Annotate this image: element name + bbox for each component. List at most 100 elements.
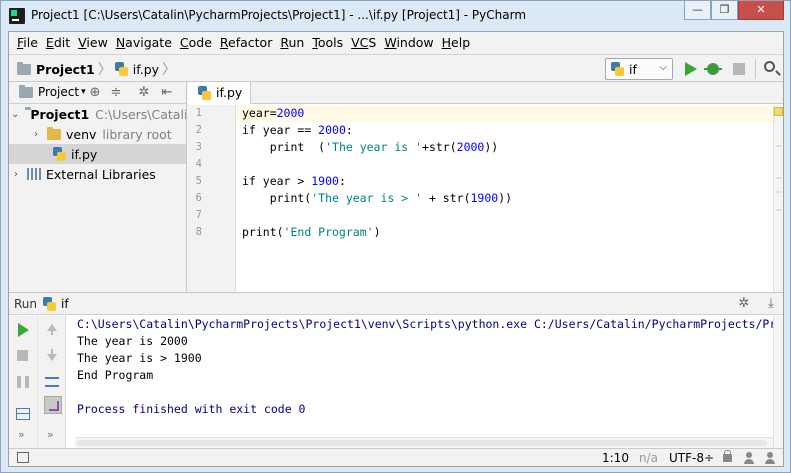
run-label: Run [14, 297, 38, 311]
scroll-to-end-button[interactable] [44, 396, 62, 414]
menu-run[interactable]: Run [276, 32, 308, 54]
lock-icon[interactable] [723, 450, 732, 462]
locate-file-icon[interactable]: ⊕ [88, 86, 102, 100]
more-actions-button[interactable]: » [15, 428, 31, 444]
encoding-caret: ÷ [703, 451, 715, 465]
console-vertical-scrollbar[interactable] [773, 316, 783, 449]
stop-button[interactable] [15, 348, 31, 364]
gear-icon[interactable]: ✲ [137, 86, 151, 100]
python-file-icon [198, 85, 211, 100]
chevron-down-icon: ▾ [81, 87, 86, 97]
tab-label: if.py [216, 85, 243, 100]
console-horizontal-scrollbar[interactable] [75, 437, 773, 448]
tree-item-label: if.py [71, 146, 98, 162]
menu-window[interactable]: Window [380, 32, 437, 54]
play-icon [18, 323, 29, 337]
tree-item-external-libraries[interactable]: › External Libraries [9, 164, 186, 184]
menu-edit[interactable]: Edit [42, 32, 74, 54]
tree-item-label: venv [66, 126, 97, 142]
code-line[interactable]: if year > 1900: [237, 173, 773, 190]
scroll-to-end-icon [44, 396, 62, 414]
down-stack-button[interactable] [44, 348, 60, 364]
run-panel-header: Run if ✲ ⤓ [9, 293, 783, 315]
line-number: 2 [195, 124, 202, 136]
rerun-button[interactable] [15, 322, 31, 338]
minimize-button[interactable]: — [684, 1, 711, 20]
up-stack-button[interactable] [44, 322, 60, 338]
line-number: 7 [195, 209, 202, 221]
code-line[interactable] [237, 156, 773, 173]
tree-item-label: Project1 [30, 106, 90, 122]
stripe-marker[interactable] [776, 191, 782, 193]
menu-file[interactable]: File [13, 32, 42, 54]
inspector-icon[interactable] [743, 452, 755, 464]
code-line[interactable]: year=2000 [237, 105, 773, 122]
breadcrumb-project[interactable]: Project1 [36, 62, 95, 77]
double-chevron-icon: » [18, 428, 25, 441]
python-file-icon [53, 147, 66, 161]
more-actions-button[interactable]: » [44, 428, 60, 444]
tree-item-venv[interactable]: › venv library root [9, 124, 186, 144]
console-output[interactable]: C:\Users\Catalin\PycharmProjects\Project… [67, 316, 773, 439]
stop-button[interactable] [730, 60, 748, 78]
tool-windows-icon[interactable] [17, 452, 29, 463]
editor-error-stripe[interactable] [773, 105, 783, 292]
chevron-right-icon[interactable]: › [11, 169, 21, 180]
code-line[interactable]: print('End Program') [237, 224, 773, 241]
breadcrumb-separator: 〉 [162, 62, 177, 78]
project-tool-window: Project ▾ ⊕ ≑ ✲ ⇤ ⌄ Project1 C:\Users\Ca… [9, 82, 187, 292]
code-line[interactable] [237, 207, 773, 224]
run-panel-title[interactable]: Run if [14, 297, 69, 311]
line-separator[interactable]: n/a [639, 451, 658, 465]
caret-position[interactable]: 1:10 [602, 451, 629, 465]
code-line[interactable]: print ('The year is '+str(2000)) [237, 139, 773, 156]
bug-icon [704, 63, 722, 75]
tree-item-if-py[interactable]: if.py [9, 144, 186, 164]
line-number: 5 [195, 175, 202, 187]
event-log-icon[interactable] [764, 452, 776, 464]
run-configuration-name: if [629, 61, 637, 77]
hide-panel-icon[interactable]: ⤓ [764, 297, 778, 311]
chevron-right-icon[interactable]: › [31, 129, 41, 140]
run-configuration-select[interactable]: if ⌵ [605, 58, 673, 80]
python-file-icon [611, 62, 624, 76]
restore-layout-button[interactable] [15, 406, 31, 422]
run-button[interactable] [681, 60, 699, 78]
line-number: 3 [195, 141, 202, 153]
restore-button[interactable]: ❐ [711, 1, 738, 20]
chevron-down-icon[interactable]: ⌄ [11, 109, 19, 120]
tree-item-project-root[interactable]: ⌄ Project1 C:\Users\Catalin [9, 104, 186, 124]
python-file-icon [43, 297, 57, 311]
breadcrumb-file[interactable]: if.py [133, 62, 159, 77]
console-line: End Program [77, 368, 154, 382]
debug-button[interactable] [704, 60, 722, 78]
menu-refactor[interactable]: Refactor [216, 32, 276, 54]
menu-code[interactable]: Code [176, 32, 216, 54]
menu-vcs[interactable]: VCS [347, 32, 380, 54]
scrollbar-thumb[interactable] [77, 440, 767, 446]
code-line[interactable]: print('The year is > ' + str(1900)) [237, 190, 773, 207]
search-everywhere-button[interactable] [762, 60, 780, 78]
soft-wrap-button[interactable] [44, 374, 60, 390]
menu-tools[interactable]: Tools [308, 32, 347, 54]
gear-icon[interactable]: ✲ [737, 297, 751, 311]
code-text-area[interactable]: year=2000 if year == 2000: print ('The y… [237, 105, 773, 292]
menu-navigate[interactable]: Navigate [112, 32, 176, 54]
stop-icon [17, 350, 28, 361]
collapse-all-icon[interactable]: ≑ [109, 86, 123, 100]
tab-if-py[interactable]: if.py [188, 82, 252, 104]
stripe-marker[interactable] [776, 145, 782, 147]
close-button[interactable]: ✕ [738, 1, 784, 20]
file-encoding[interactable]: UTF-8÷ [669, 451, 714, 465]
warning-marker-icon[interactable] [774, 107, 783, 116]
menu-help[interactable]: Help [438, 32, 475, 54]
stripe-marker[interactable] [776, 209, 782, 211]
play-icon [685, 62, 697, 76]
project-view-selector[interactable]: Project ▾ [19, 84, 86, 99]
pause-button[interactable] [15, 374, 31, 390]
code-line[interactable]: if year == 2000: [237, 122, 773, 139]
hide-panel-icon[interactable]: ⇤ [160, 86, 174, 100]
menu-view[interactable]: View [74, 32, 112, 54]
line-number: 1 [195, 107, 202, 119]
stripe-marker[interactable] [776, 177, 782, 179]
